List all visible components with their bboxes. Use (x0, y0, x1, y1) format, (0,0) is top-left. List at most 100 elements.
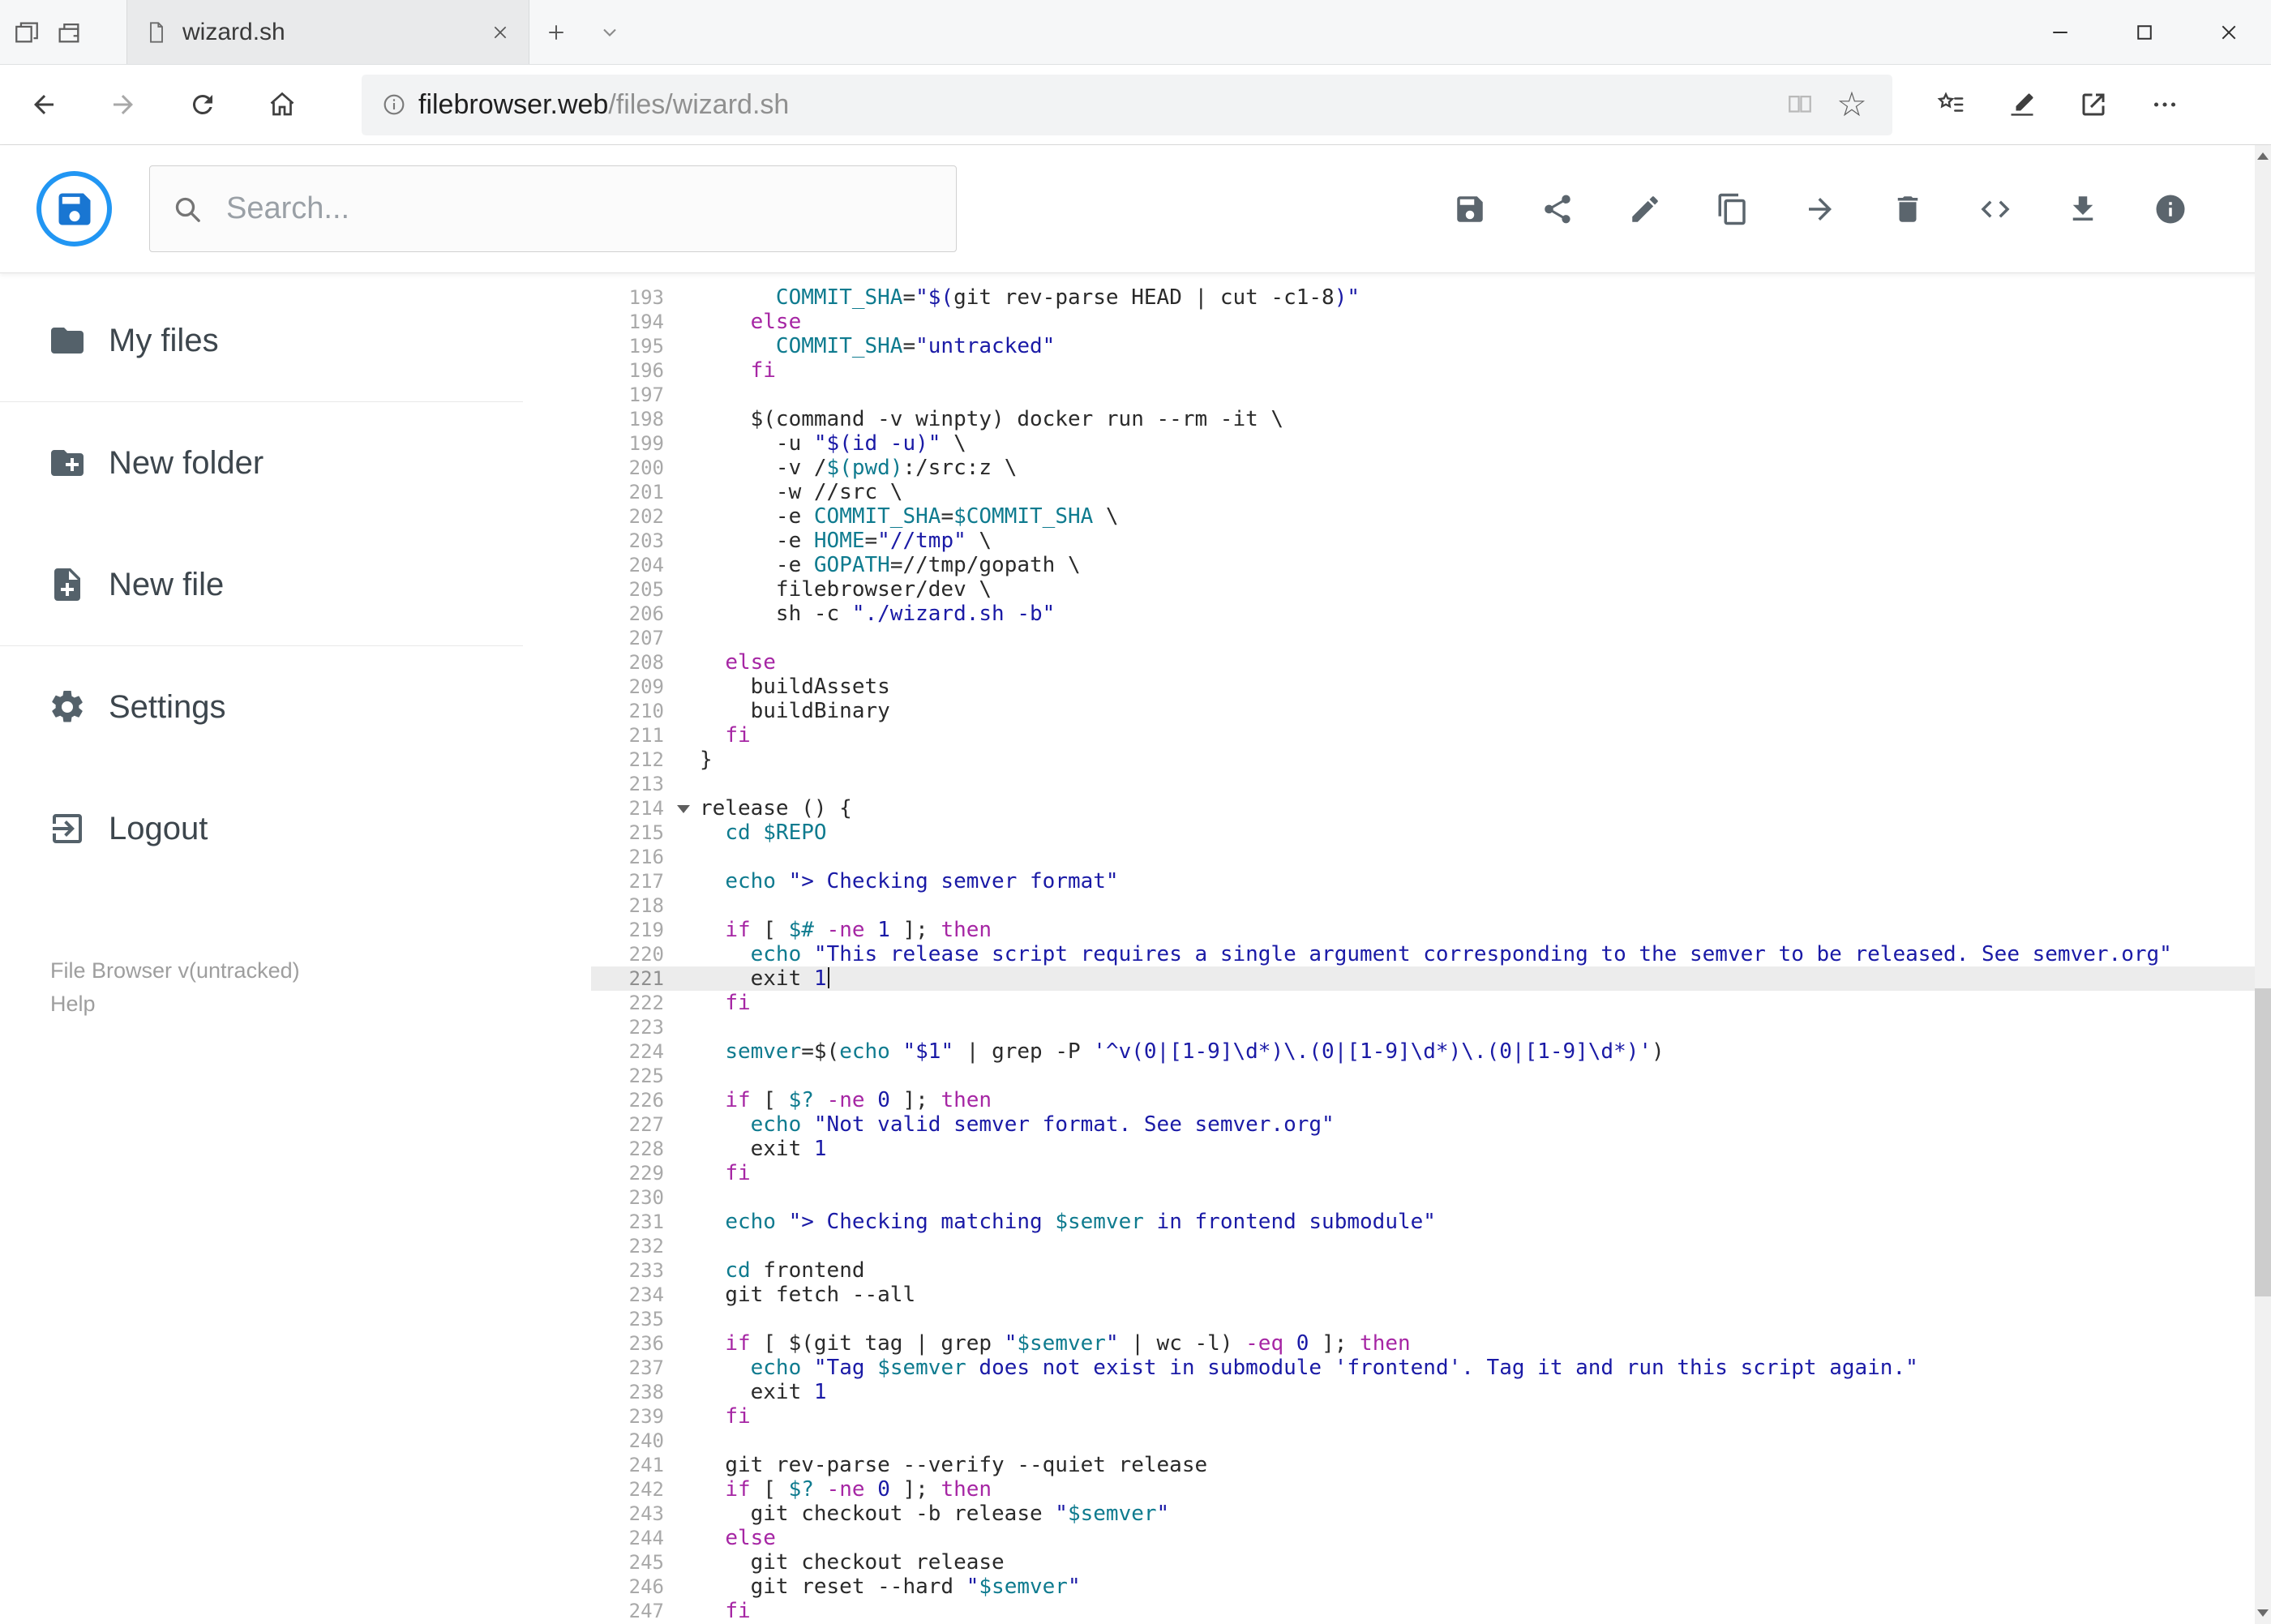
code-line[interactable]: 235 (591, 1307, 2271, 1331)
code-line[interactable]: 243 git checkout -b release "$semver" (591, 1502, 2271, 1526)
code-line[interactable]: 225 (591, 1064, 2271, 1088)
move-icon[interactable] (1801, 190, 1840, 229)
delete-icon[interactable] (1888, 190, 1927, 229)
code-line[interactable]: 209 buildAssets (591, 675, 2271, 699)
refresh-icon[interactable] (177, 79, 229, 131)
code-line[interactable]: 227 echo "Not valid semver format. See s… (591, 1112, 2271, 1137)
code-line[interactable]: 230 (591, 1185, 2271, 1210)
code-line[interactable]: 239 fi (591, 1404, 2271, 1429)
code-line[interactable]: 202 -e COMMIT_SHA=$COMMIT_SHA \ (591, 504, 2271, 529)
code-line[interactable]: 210 buildBinary (591, 699, 2271, 723)
code-line[interactable]: 233 cd frontend (591, 1258, 2271, 1283)
code-line[interactable]: 205 filebrowser/dev \ (591, 577, 2271, 602)
code-line[interactable]: 236 if [ $(git tag | grep "$semver" | wc… (591, 1331, 2271, 1356)
sidebar-item-logout[interactable]: Logout (0, 768, 523, 889)
back-icon[interactable] (18, 79, 70, 131)
code-line[interactable]: 198 $(command -v winpty) docker run --rm… (591, 407, 2271, 431)
code-line[interactable]: 215 cd $REPO (591, 821, 2271, 845)
code-line[interactable]: 241 git rev-parse --verify --quiet relea… (591, 1453, 2271, 1477)
more-options-ellipsis-icon[interactable] (2139, 79, 2191, 131)
fold-toggle-icon[interactable] (677, 805, 690, 813)
scrollbar-down-arrow-icon[interactable] (2257, 1609, 2269, 1617)
code-line[interactable]: 223 (591, 1015, 2271, 1039)
code-line[interactable]: 229 fi (591, 1161, 2271, 1185)
search-input[interactable] (226, 191, 935, 226)
code-line[interactable]: 203 -e HOME="//tmp" \ (591, 529, 2271, 553)
add-favorite-star-icon[interactable]: ☆ (1826, 79, 1878, 131)
address-bar[interactable]: filebrowser.web/files/wizard.sh ☆ (362, 74, 1892, 135)
sidebar-item-settings[interactable]: Settings (0, 646, 523, 768)
share-icon[interactable] (1538, 190, 1577, 229)
code-icon[interactable] (1976, 190, 2015, 229)
code-line[interactable]: 226 if [ $? -ne 0 ]; then (591, 1088, 2271, 1112)
code-line[interactable]: 221 exit 1 (591, 966, 2271, 991)
sidebar-item-my-files[interactable]: My files (0, 280, 523, 401)
code-editor[interactable]: 193 COMMIT_SHA="$(git rev-parse HEAD | c… (523, 273, 2271, 1624)
code-line[interactable]: 212} (591, 748, 2271, 772)
code-line[interactable]: 245 git checkout release (591, 1550, 2271, 1575)
code-line[interactable]: 232 (591, 1234, 2271, 1258)
code-line[interactable]: 238 exit 1 (591, 1380, 2271, 1404)
tab-wizard-sh[interactable]: wizard.sh (126, 0, 529, 64)
code-line[interactable]: 197 (591, 383, 2271, 407)
sidebar-item-new-file[interactable]: New file (0, 524, 523, 645)
code-line[interactable]: 194 else (591, 310, 2271, 334)
hub-favorites-icon[interactable] (1925, 79, 1977, 131)
code-line[interactable]: 206 sh -c "./wizard.sh -b" (591, 602, 2271, 626)
code-line[interactable]: 214 release () { (591, 796, 2271, 821)
code-line[interactable]: 237 echo "Tag $semver does not exist in … (591, 1356, 2271, 1380)
info-icon[interactable] (2151, 190, 2190, 229)
code-line[interactable]: 234 git fetch --all (591, 1283, 2271, 1307)
download-icon[interactable] (2063, 190, 2102, 229)
scrollbar-up-arrow-icon[interactable] (2257, 152, 2269, 160)
copy-icon[interactable] (1713, 190, 1752, 229)
scrollbar-thumb[interactable] (2255, 988, 2271, 1296)
help-link[interactable]: Help (50, 992, 300, 1017)
web-note-pen-icon[interactable] (1996, 79, 2048, 131)
code-line[interactable]: 200 -v /$(pwd):/src:z \ (591, 456, 2271, 480)
tab-preview-icon[interactable] (42, 0, 96, 64)
code-line[interactable]: 244 else (591, 1526, 2271, 1550)
minimize-button[interactable] (2018, 0, 2102, 65)
new-tab-button[interactable] (529, 0, 583, 64)
filebrowser-logo[interactable] (36, 171, 112, 246)
home-icon[interactable] (256, 79, 308, 131)
url-text[interactable]: filebrowser.web/files/wizard.sh (418, 89, 1774, 121)
code-line[interactable]: 196 fi (591, 358, 2271, 383)
code-line[interactable]: 220 echo "This release script requires a… (591, 942, 2271, 966)
code-line[interactable]: 208 else (591, 650, 2271, 675)
code-line[interactable]: 224 semver=$(echo "$1" | grep -P '^v(0|[… (591, 1039, 2271, 1064)
code-line[interactable]: 222 fi (591, 991, 2271, 1015)
code-line[interactable]: 201 -w //src \ (591, 480, 2271, 504)
search-box[interactable] (149, 165, 957, 252)
reading-view-icon[interactable] (1774, 79, 1826, 131)
code-line[interactable]: 217 echo "> Checking semver format" (591, 869, 2271, 893)
code-line[interactable]: 242 if [ $? -ne 0 ]; then (591, 1477, 2271, 1502)
tab-close-icon[interactable] (490, 22, 511, 43)
edit-icon[interactable] (1626, 190, 1665, 229)
code-area[interactable]: 193 COMMIT_SHA="$(git rev-parse HEAD | c… (591, 285, 2271, 1623)
code-line[interactable]: 213 (591, 772, 2271, 796)
code-line[interactable]: 207 (591, 626, 2271, 650)
code-line[interactable]: 246 git reset --hard "$semver" (591, 1575, 2271, 1599)
code-line[interactable]: 231 echo "> Checking matching $semver in… (591, 1210, 2271, 1234)
code-line[interactable]: 219 if [ $# -ne 1 ]; then (591, 918, 2271, 942)
code-line[interactable]: 216 (591, 845, 2271, 869)
code-line[interactable]: 193 COMMIT_SHA="$(git rev-parse HEAD | c… (591, 285, 2271, 310)
code-line[interactable]: 199 -u "$(id -u)" \ (591, 431, 2271, 456)
close-button[interactable] (2187, 0, 2271, 65)
code-line[interactable]: 218 (591, 893, 2271, 918)
code-line[interactable]: 204 -e GOPATH=//tmp/gopath \ (591, 553, 2271, 577)
code-line[interactable]: 240 (591, 1429, 2271, 1453)
maximize-button[interactable] (2102, 0, 2187, 65)
code-line[interactable]: 247 fi (591, 1599, 2271, 1623)
code-line[interactable]: 195 COMMIT_SHA="untracked" (591, 334, 2271, 358)
save-icon[interactable] (1450, 190, 1489, 229)
share-page-icon[interactable] (2067, 79, 2119, 131)
tab-actions-chevron-icon[interactable] (583, 0, 636, 64)
site-info-icon[interactable] (381, 92, 407, 118)
sidebar-item-new-folder[interactable]: New folder (0, 402, 523, 524)
code-line[interactable]: 228 exit 1 (591, 1137, 2271, 1161)
code-line[interactable]: 211 fi (591, 723, 2271, 748)
page-scrollbar[interactable] (2255, 145, 2271, 1624)
